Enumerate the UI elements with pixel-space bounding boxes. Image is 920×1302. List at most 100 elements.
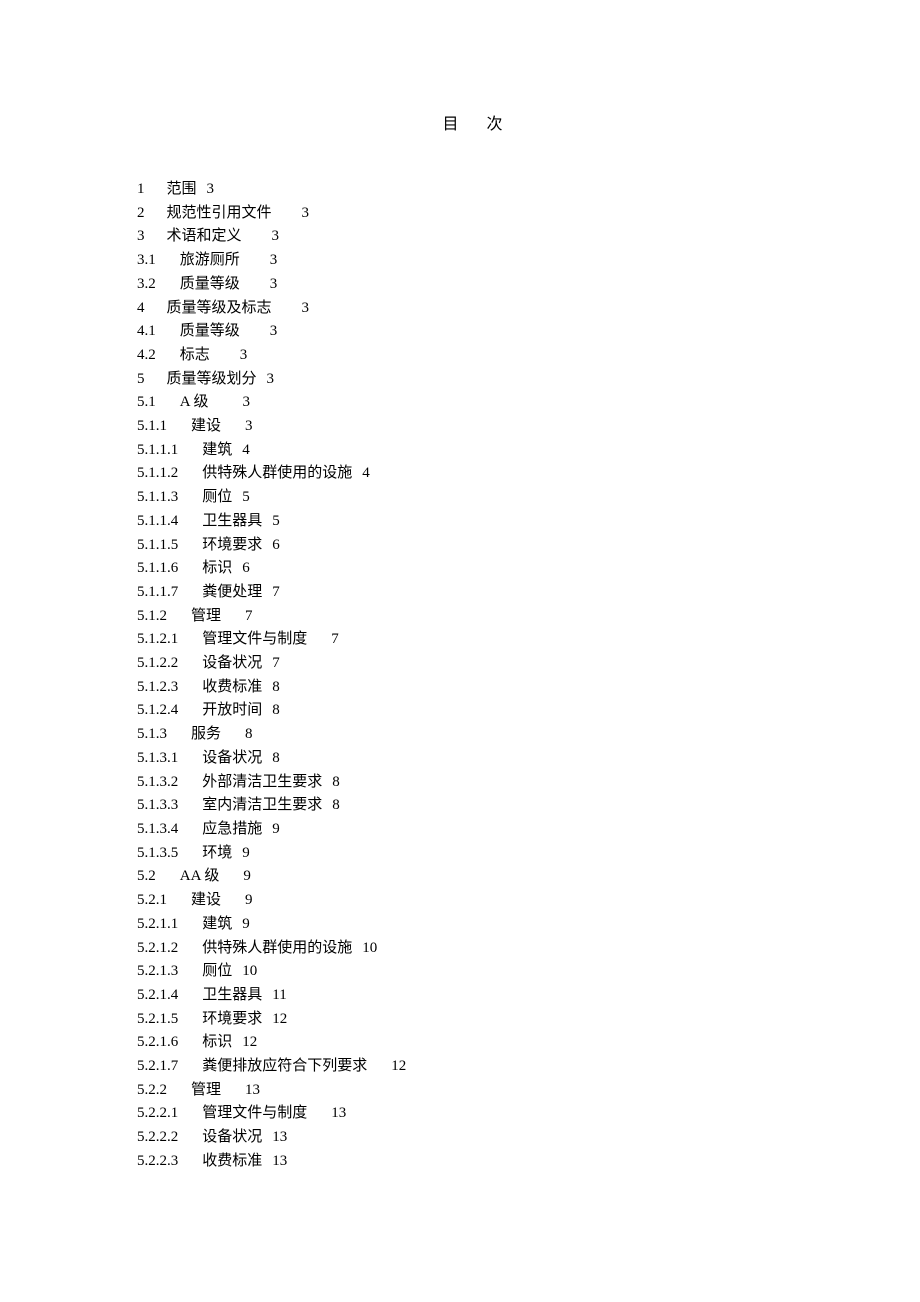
- toc-entry: 3.1旅游厕所3: [137, 249, 820, 273]
- toc-entry-page: 8: [272, 747, 280, 771]
- toc-entry: 5.1 A 级 3: [137, 391, 820, 415]
- toc-entry-number: 4.1: [137, 320, 156, 344]
- toc-entry-label: 质量等级: [180, 320, 240, 344]
- toc-entry-label: 标识: [202, 1031, 232, 1055]
- toc-entry-label: 粪便排放应符合下列要求: [202, 1055, 367, 1079]
- toc-entry: 5.1.1.7粪便处理7: [137, 581, 820, 605]
- toc-entry-label: 建设: [191, 415, 221, 439]
- toc-entry-page: 3: [267, 368, 275, 392]
- toc-entry-label: 建筑: [202, 439, 232, 463]
- toc-entry: 5.2.1.5环境要求12: [137, 1008, 820, 1032]
- toc-entry-number: 5.1.3.4: [137, 818, 178, 842]
- toc-entry-page: 4: [242, 439, 250, 463]
- toc-entry: 5.1.2.4开放时间8: [137, 699, 820, 723]
- toc-entry-number: 5.2.1.1: [137, 913, 178, 937]
- toc-entry-number: 5.2.2.3: [137, 1150, 178, 1174]
- toc-entry-label: A 级: [180, 391, 209, 415]
- toc-entry: 5.1.1.1建筑4: [137, 439, 820, 463]
- toc-entry: 5.1.3.2外部清洁卫生要求8: [137, 771, 820, 795]
- toc-entry: 5.2.1.7粪便排放应符合下列要求12: [137, 1055, 820, 1079]
- toc-entry-label: 服务: [191, 723, 221, 747]
- toc-entry-label: 设备状况: [202, 747, 262, 771]
- toc-entry-label: 粪便处理: [202, 581, 262, 605]
- toc-entry-label: 收费标准: [202, 1150, 262, 1174]
- toc-entry-label: 标志: [180, 344, 210, 368]
- toc-entry-number: 3.1: [137, 249, 156, 273]
- toc-entry-page: 3: [270, 249, 278, 273]
- toc-entry-number: 5.2.2.2: [137, 1126, 178, 1150]
- toc-entry: 5.2.1.4卫生器具11: [137, 984, 820, 1008]
- toc-entry-number: 5.2.1.3: [137, 960, 178, 984]
- toc-entry-page: 3: [272, 225, 280, 249]
- toc-entry: 5质量等级划分3: [137, 368, 820, 392]
- toc-entry-number: 4: [137, 297, 145, 321]
- toc-entry-page: 6: [242, 557, 250, 581]
- toc-entry-page: 9: [272, 818, 280, 842]
- toc-entry-number: 5.2: [137, 865, 156, 889]
- toc-entry-label: AA 级: [180, 865, 220, 889]
- toc-entry-number: 5.1.3.2: [137, 771, 178, 795]
- toc-entry: 1范围3: [137, 178, 820, 202]
- toc-entry-number: 5.2.1.4: [137, 984, 178, 1008]
- toc-entry: 5.2.2 管理 13: [137, 1079, 820, 1103]
- toc-entry-label: 管理文件与制度: [202, 628, 307, 652]
- toc-entry-page: 8: [332, 771, 340, 795]
- toc-entry-page: 9: [242, 913, 250, 937]
- toc-entry-number: 5.1.1.2: [137, 462, 178, 486]
- toc-entry-number: 5.1.2.4: [137, 699, 178, 723]
- toc-entry: 5.1.3服务8: [137, 723, 820, 747]
- toc-entry-label: 供特殊人群使用的设施: [202, 937, 352, 961]
- toc-entry-page: 12: [272, 1008, 287, 1032]
- toc-entry-label: 建设: [191, 889, 221, 913]
- toc-entry: 5.2.1.1建筑9: [137, 913, 820, 937]
- toc-entry-page: 3: [302, 297, 310, 321]
- toc-entry-number: 5.2.2: [137, 1079, 167, 1103]
- toc-entry-number: 5.1.1.3: [137, 486, 178, 510]
- toc-entry: 4质量等级及标志3: [137, 297, 820, 321]
- toc-entry: 5.1.2.1管理文件与制度7: [137, 628, 820, 652]
- toc-entry-number: 5.1: [137, 391, 156, 415]
- toc-entry-page: 13: [245, 1079, 260, 1103]
- toc-entry: 5.2.1.2 供特殊人群使用的设施 10: [137, 937, 820, 961]
- toc-entry: 5.1.2.3收费标准8: [137, 676, 820, 700]
- toc-entry-page: 13: [331, 1102, 346, 1126]
- toc-entry-page: 8: [272, 676, 280, 700]
- toc-entry-page: 9: [243, 865, 251, 889]
- toc-entry-number: 5.2.2.1: [137, 1102, 178, 1126]
- toc-entry-number: 2: [137, 202, 145, 226]
- toc-entry: 5.1.1.6标识6: [137, 557, 820, 581]
- toc-entry-page: 13: [272, 1150, 287, 1174]
- toc-list: 1范围32规范性引用文件33术语和定义33.1旅游厕所33.2质量等级34质量等…: [137, 178, 820, 1174]
- toc-entry: 4.2标志3: [137, 344, 820, 368]
- toc-entry: 5.1.1建设3: [137, 415, 820, 439]
- toc-entry-page: 3: [243, 391, 251, 415]
- toc-entry-label: 管理: [191, 1079, 221, 1103]
- toc-entry-page: 11: [272, 984, 286, 1008]
- toc-entry-label: 环境要求: [202, 1008, 262, 1032]
- toc-entry: 5.1.3.4应急措施9: [137, 818, 820, 842]
- toc-entry-page: 3: [270, 273, 278, 297]
- toc-entry-label: 标识: [202, 557, 232, 581]
- toc-entry-number: 5.1.2.1: [137, 628, 178, 652]
- toc-entry: 5.1.1.4卫生器具5: [137, 510, 820, 534]
- toc-entry-number: 3: [137, 225, 145, 249]
- toc-entry-number: 5.1.1.5: [137, 534, 178, 558]
- toc-entry: 5.2.1.3厕位10: [137, 960, 820, 984]
- toc-entry-page: 10: [362, 937, 377, 961]
- toc-entry: 5.2.2.2 设备状况 13: [137, 1126, 820, 1150]
- toc-entry-label: 开放时间: [202, 699, 262, 723]
- toc-entry-label: 卫生器具: [202, 510, 262, 534]
- toc-title: 目 次: [137, 110, 820, 134]
- toc-entry-page: 7: [272, 652, 280, 676]
- toc-entry-page: 7: [272, 581, 280, 605]
- toc-entry-page: 10: [242, 960, 257, 984]
- toc-entry-page: 9: [242, 842, 250, 866]
- toc-entry-page: 13: [272, 1126, 287, 1150]
- toc-entry: 5.1.1.3厕位5: [137, 486, 820, 510]
- toc-entry-label: 设备状况: [202, 1126, 262, 1150]
- toc-entry-label: 供特殊人群使用的设施: [202, 462, 352, 486]
- toc-entry-label: 收费标准: [202, 676, 262, 700]
- toc-entry-number: 5.2.1.2: [137, 937, 178, 961]
- toc-entry-page: 12: [242, 1031, 257, 1055]
- toc-entry-label: 环境: [202, 842, 232, 866]
